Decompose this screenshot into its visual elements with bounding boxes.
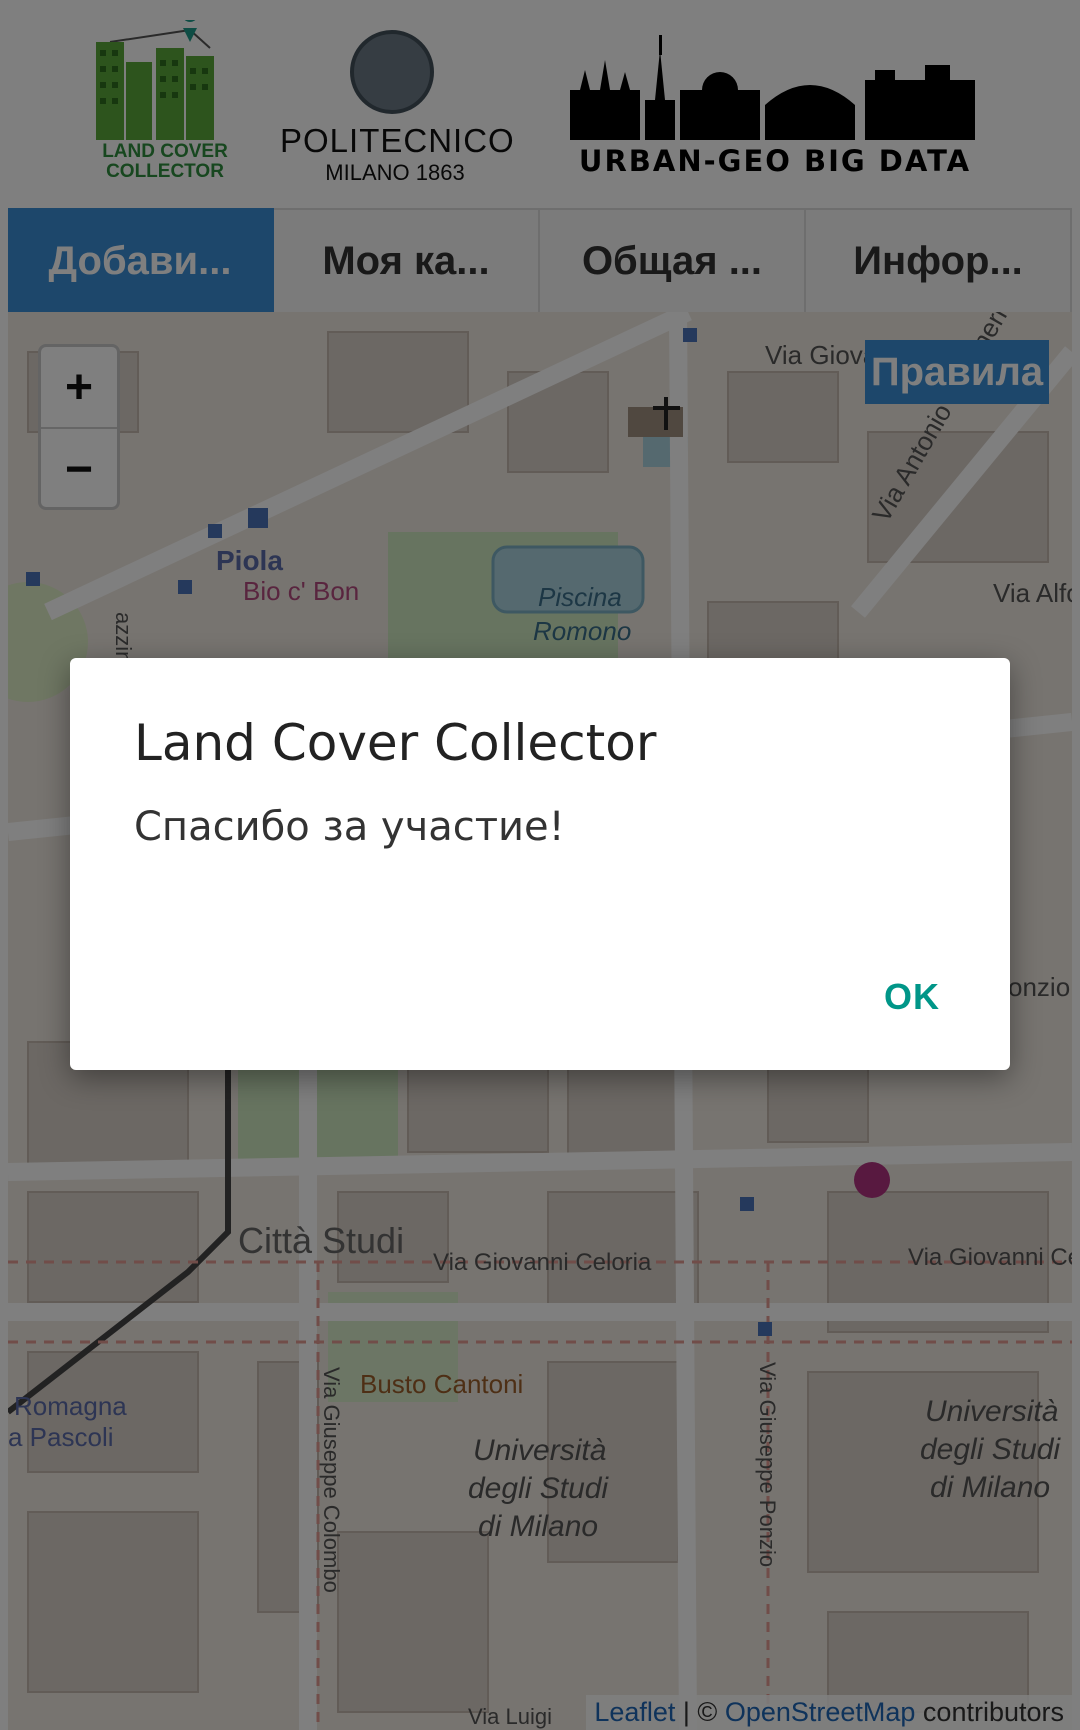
dialog-message: Спасибо за участие! [134, 804, 565, 850]
dialog-title: Land Cover Collector [134, 714, 657, 772]
thank-you-dialog: Land Cover Collector Спасибо за участие!… [70, 658, 1010, 1070]
ok-button[interactable]: OK [884, 976, 940, 1018]
